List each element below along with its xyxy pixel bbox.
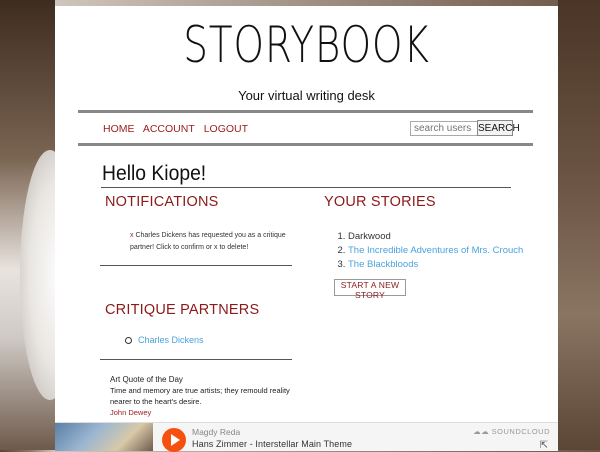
new-story-button[interactable]: START A NEW STORY [334, 279, 406, 300]
partners-divider [100, 359, 292, 360]
notifications-divider [100, 265, 292, 266]
soundcloud-brand: SOUNDCLOUD [491, 427, 550, 436]
track-artwork [55, 423, 153, 451]
page-container: STORYBOOK Your virtual writing desk HOME… [55, 6, 558, 450]
quote-text: Time and memory are true artists; they r… [110, 386, 290, 406]
story-item: Darkwood [348, 230, 523, 244]
greeting: Hello Kiope! [102, 162, 207, 185]
search-button[interactable]: SEARCH [477, 120, 520, 136]
header-divider-top [78, 110, 533, 113]
notification-item: x Charles Dickens has requested you as a… [130, 230, 295, 254]
play-icon[interactable] [162, 428, 186, 452]
main-nav: HOME ACCOUNT LOGOUT [103, 123, 254, 135]
quote-title: Art Quote of the Day [110, 375, 183, 384]
stories-list: Darkwood The Incredible Adventures of Mr… [330, 230, 523, 272]
quote-author: John Dewey [110, 408, 152, 417]
bullet-icon [125, 337, 132, 345]
background-right [558, 0, 600, 450]
soundcloud-logo[interactable]: ☁☁ SOUNDCLOUD [473, 427, 550, 436]
greeting-divider [101, 187, 511, 188]
partners-heading: CRITIQUE PARTNERS [105, 302, 260, 318]
notification-text[interactable]: Charles Dickens has requested you as a c… [130, 232, 286, 251]
header-divider-bottom [78, 143, 533, 146]
track-title[interactable]: Hans Zimmer - Interstellar Main Theme [192, 439, 352, 449]
nav-logout-link[interactable]: LOGOUT [204, 123, 248, 135]
site-tagline: Your virtual writing desk [238, 88, 375, 103]
site-title: STORYBOOK [183, 16, 430, 74]
stories-heading: YOUR STORIES [324, 194, 436, 210]
partner-link[interactable]: Charles Dickens [138, 335, 204, 345]
soundcloud-player: Magdy Reda Hans Zimmer - Interstellar Ma… [55, 422, 558, 452]
search-input[interactable] [410, 121, 480, 136]
nav-account-link[interactable]: ACCOUNT [143, 123, 195, 135]
quote-of-the-day: Art Quote of the Day Time and memory are… [110, 374, 300, 418]
share-icon[interactable]: ⇱ [540, 440, 548, 451]
story-title-link[interactable]: The Incredible Adventures of Mrs. Crouch [348, 245, 523, 256]
story-item: The Incredible Adventures of Mrs. Crouch [348, 244, 523, 258]
nav-home-link[interactable]: HOME [103, 123, 135, 135]
track-artist[interactable]: Magdy Reda [192, 427, 240, 437]
partner-item: Charles Dickens [125, 335, 204, 345]
story-title-link[interactable]: The Blackbloods [348, 259, 418, 270]
story-title-darkwood[interactable]: Darkwood [348, 231, 391, 242]
notifications-heading: NOTIFICATIONS [105, 194, 219, 210]
story-item: The Blackbloods [348, 258, 523, 272]
